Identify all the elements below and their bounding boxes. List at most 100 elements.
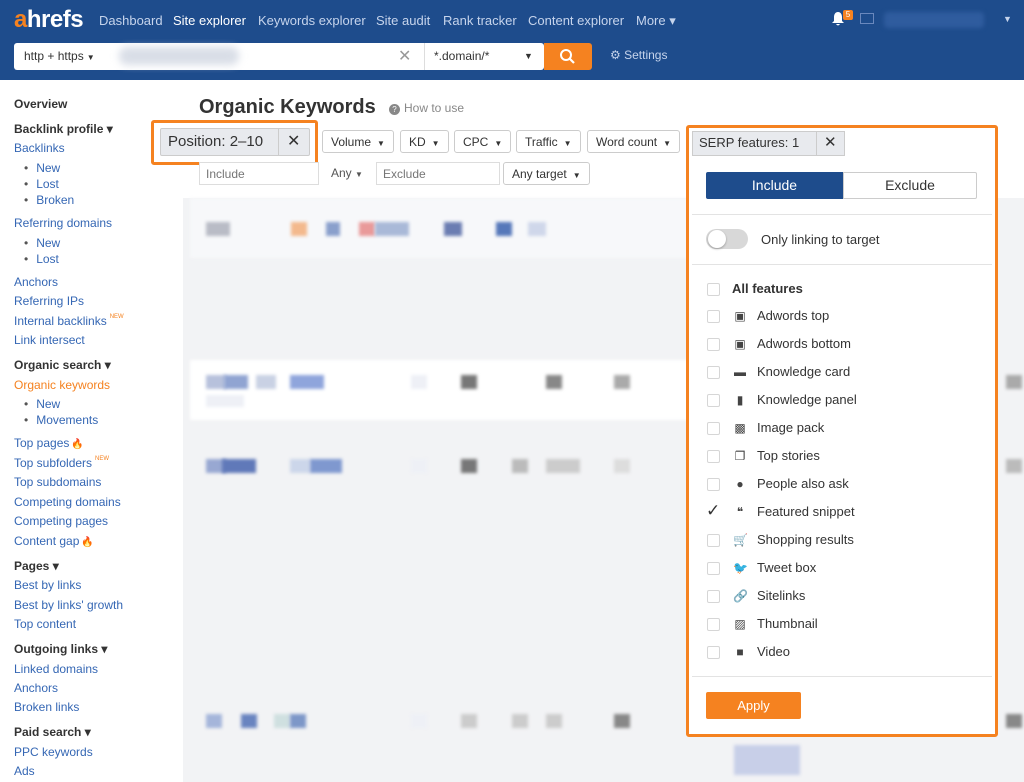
apply-button[interactable]: Apply	[706, 692, 801, 719]
search-button[interactable]	[544, 43, 592, 70]
checkbox[interactable]	[707, 366, 720, 379]
sidebar-backlinks-broken[interactable]: Broken	[24, 193, 74, 207]
switch-knob	[708, 230, 726, 248]
nav-more[interactable]: More ▾	[636, 13, 676, 29]
settings-button[interactable]: ⚙ Settings	[610, 48, 667, 62]
sidebar-backlinks[interactable]: Backlinks	[14, 141, 65, 155]
sidebar-rd-new[interactable]: New	[24, 236, 60, 250]
volume-filter[interactable]: Volume ▼	[322, 130, 394, 153]
protocol-select[interactable]: http + https ▼	[24, 49, 95, 63]
cpc-filter[interactable]: CPC ▼	[454, 130, 512, 153]
sidebar-backlinks-lost[interactable]: Lost	[24, 177, 59, 191]
feature-knowledge-panel[interactable]: ▮ Knowledge panel	[706, 391, 976, 409]
checkbox[interactable]	[707, 422, 720, 435]
sidebar-referring-domains[interactable]: Referring domains	[14, 216, 112, 230]
checkbox[interactable]	[707, 618, 720, 631]
serp-features-label[interactable]: SERP features: 1	[699, 135, 799, 150]
nav-site-audit[interactable]: Site audit	[376, 13, 430, 28]
feature-tweet-box[interactable]: 🐦 Tweet box	[706, 559, 976, 577]
kd-filter[interactable]: KD ▼	[400, 130, 449, 153]
sidebar-best-by-links-growth[interactable]: Best by links' growth	[14, 598, 123, 612]
sidebar-ads[interactable]: Ads	[14, 764, 35, 778]
checkbox[interactable]	[707, 478, 720, 491]
how-to-use-link[interactable]: ? How to use	[389, 101, 464, 115]
feature-featured-snippet[interactable]: ✓ ❝ Featured snippet	[706, 501, 976, 521]
checkbox[interactable]	[707, 590, 720, 603]
include-toggle[interactable]: Include	[706, 172, 843, 199]
feature-image-pack[interactable]: ▩ Image pack	[706, 419, 976, 437]
sidebar-backlink-profile[interactable]: Backlink profile ▾	[14, 122, 113, 136]
feature-adwords-top[interactable]: ▣ Adwords top	[706, 307, 976, 325]
checkbox[interactable]	[707, 394, 720, 407]
feature-adwords-bottom[interactable]: ▣ Adwords bottom	[706, 335, 976, 353]
feature-all[interactable]: All features	[706, 280, 976, 298]
sidebar-pages[interactable]: Pages ▾	[14, 559, 59, 573]
mode-select[interactable]: *.domain/*	[434, 49, 489, 63]
nav-keywords-explorer[interactable]: Keywords explorer	[258, 13, 366, 28]
sidebar-rd-lost[interactable]: Lost	[24, 252, 59, 266]
link-icon: 🔗	[733, 589, 748, 603]
sidebar-out-anchors[interactable]: Anchors	[14, 681, 58, 695]
traffic-filter[interactable]: Traffic ▼	[516, 130, 581, 153]
position-filter-label[interactable]: Position: 2–10	[168, 133, 263, 150]
feature-sitelinks[interactable]: 🔗 Sitelinks	[706, 587, 976, 605]
checkmark-icon[interactable]: ✓	[706, 501, 720, 521]
sidebar-movements[interactable]: Movements	[24, 413, 98, 427]
sidebar-linked-domains[interactable]: Linked domains	[14, 662, 98, 676]
sidebar-link-intersect[interactable]: Link intersect	[14, 333, 85, 347]
search-input[interactable]	[119, 47, 239, 65]
checkbox[interactable]	[707, 310, 720, 323]
sidebar-paid-search[interactable]: Paid search ▾	[14, 725, 91, 739]
feature-people-also-ask[interactable]: ● People also ask	[706, 475, 976, 493]
feature-thumbnail[interactable]: ▨ Thumbnail	[706, 615, 976, 633]
exclude-input[interactable]	[376, 162, 500, 185]
monitor-icon[interactable]	[860, 13, 874, 24]
checkbox[interactable]	[707, 534, 720, 547]
nav-rank-tracker[interactable]: Rank tracker	[443, 13, 517, 28]
sidebar-top-content[interactable]: Top content	[14, 617, 76, 631]
word-count-filter[interactable]: Word count ▼	[587, 130, 681, 153]
nav-content-explorer[interactable]: Content explorer	[528, 13, 624, 28]
feature-top-stories[interactable]: ❐ Top stories	[706, 447, 976, 465]
checkbox[interactable]	[707, 338, 720, 351]
sidebar-overview[interactable]: Overview	[14, 97, 67, 111]
sidebar-referring-ips[interactable]: Referring IPs	[14, 294, 84, 308]
chevron-down-icon[interactable]: ▼	[1003, 14, 1012, 24]
sidebar-outgoing-links[interactable]: Outgoing links ▾	[14, 642, 107, 656]
nav-dashboard[interactable]: Dashboard	[99, 13, 163, 28]
chevron-down-icon[interactable]: ▼	[524, 51, 533, 61]
sidebar-backlinks-new[interactable]: New	[24, 161, 60, 175]
checkbox[interactable]	[707, 562, 720, 575]
feature-video[interactable]: ■ Video	[706, 643, 976, 661]
sidebar-top-subfolders[interactable]: Top subfolders NEW	[14, 456, 109, 470]
close-icon[interactable]: ✕	[824, 133, 837, 151]
checkbox[interactable]	[707, 646, 720, 659]
sidebar-organic-keywords[interactable]: Organic keywords	[14, 378, 110, 392]
sidebar-top-pages[interactable]: Top pages 🔥	[14, 436, 84, 450]
checkbox[interactable]	[707, 283, 720, 296]
any-select[interactable]: Any ▼	[331, 166, 363, 180]
sidebar-competing-pages[interactable]: Competing pages	[14, 514, 108, 528]
sidebar-broken-links[interactable]: Broken links	[14, 700, 79, 714]
sidebar-content-gap[interactable]: Content gap 🔥	[14, 534, 94, 548]
feature-knowledge-card[interactable]: ▬ Knowledge card	[706, 363, 976, 381]
sidebar-top-subdomains[interactable]: Top subdomains	[14, 475, 101, 489]
sidebar-ok-new[interactable]: New	[24, 397, 60, 411]
include-input[interactable]	[199, 162, 319, 185]
any-target-select[interactable]: Any target ▼	[503, 162, 590, 185]
sidebar-ppc-keywords[interactable]: PPC keywords	[14, 745, 93, 759]
sidebar-competing-domains[interactable]: Competing domains	[14, 495, 121, 509]
ahrefs-logo[interactable]: ahrefs	[14, 6, 84, 34]
sidebar-internal-backlinks[interactable]: Internal backlinks NEW	[14, 314, 124, 328]
sidebar-best-by-links[interactable]: Best by links	[14, 578, 81, 592]
feature-shopping-results[interactable]: 🛒 Shopping results	[706, 531, 976, 549]
clear-icon[interactable]: ✕	[398, 46, 411, 66]
sidebar-organic-search[interactable]: Organic search ▾	[14, 358, 111, 372]
sidebar-anchors[interactable]: Anchors	[14, 275, 58, 289]
nav-site-explorer[interactable]: Site explorer	[173, 13, 246, 28]
close-icon[interactable]: ✕	[287, 131, 300, 151]
thumbnail-icon: ▨	[734, 617, 746, 631]
checkbox[interactable]	[707, 450, 720, 463]
user-account-blurred[interactable]	[884, 12, 984, 28]
exclude-toggle[interactable]: Exclude	[843, 172, 977, 199]
